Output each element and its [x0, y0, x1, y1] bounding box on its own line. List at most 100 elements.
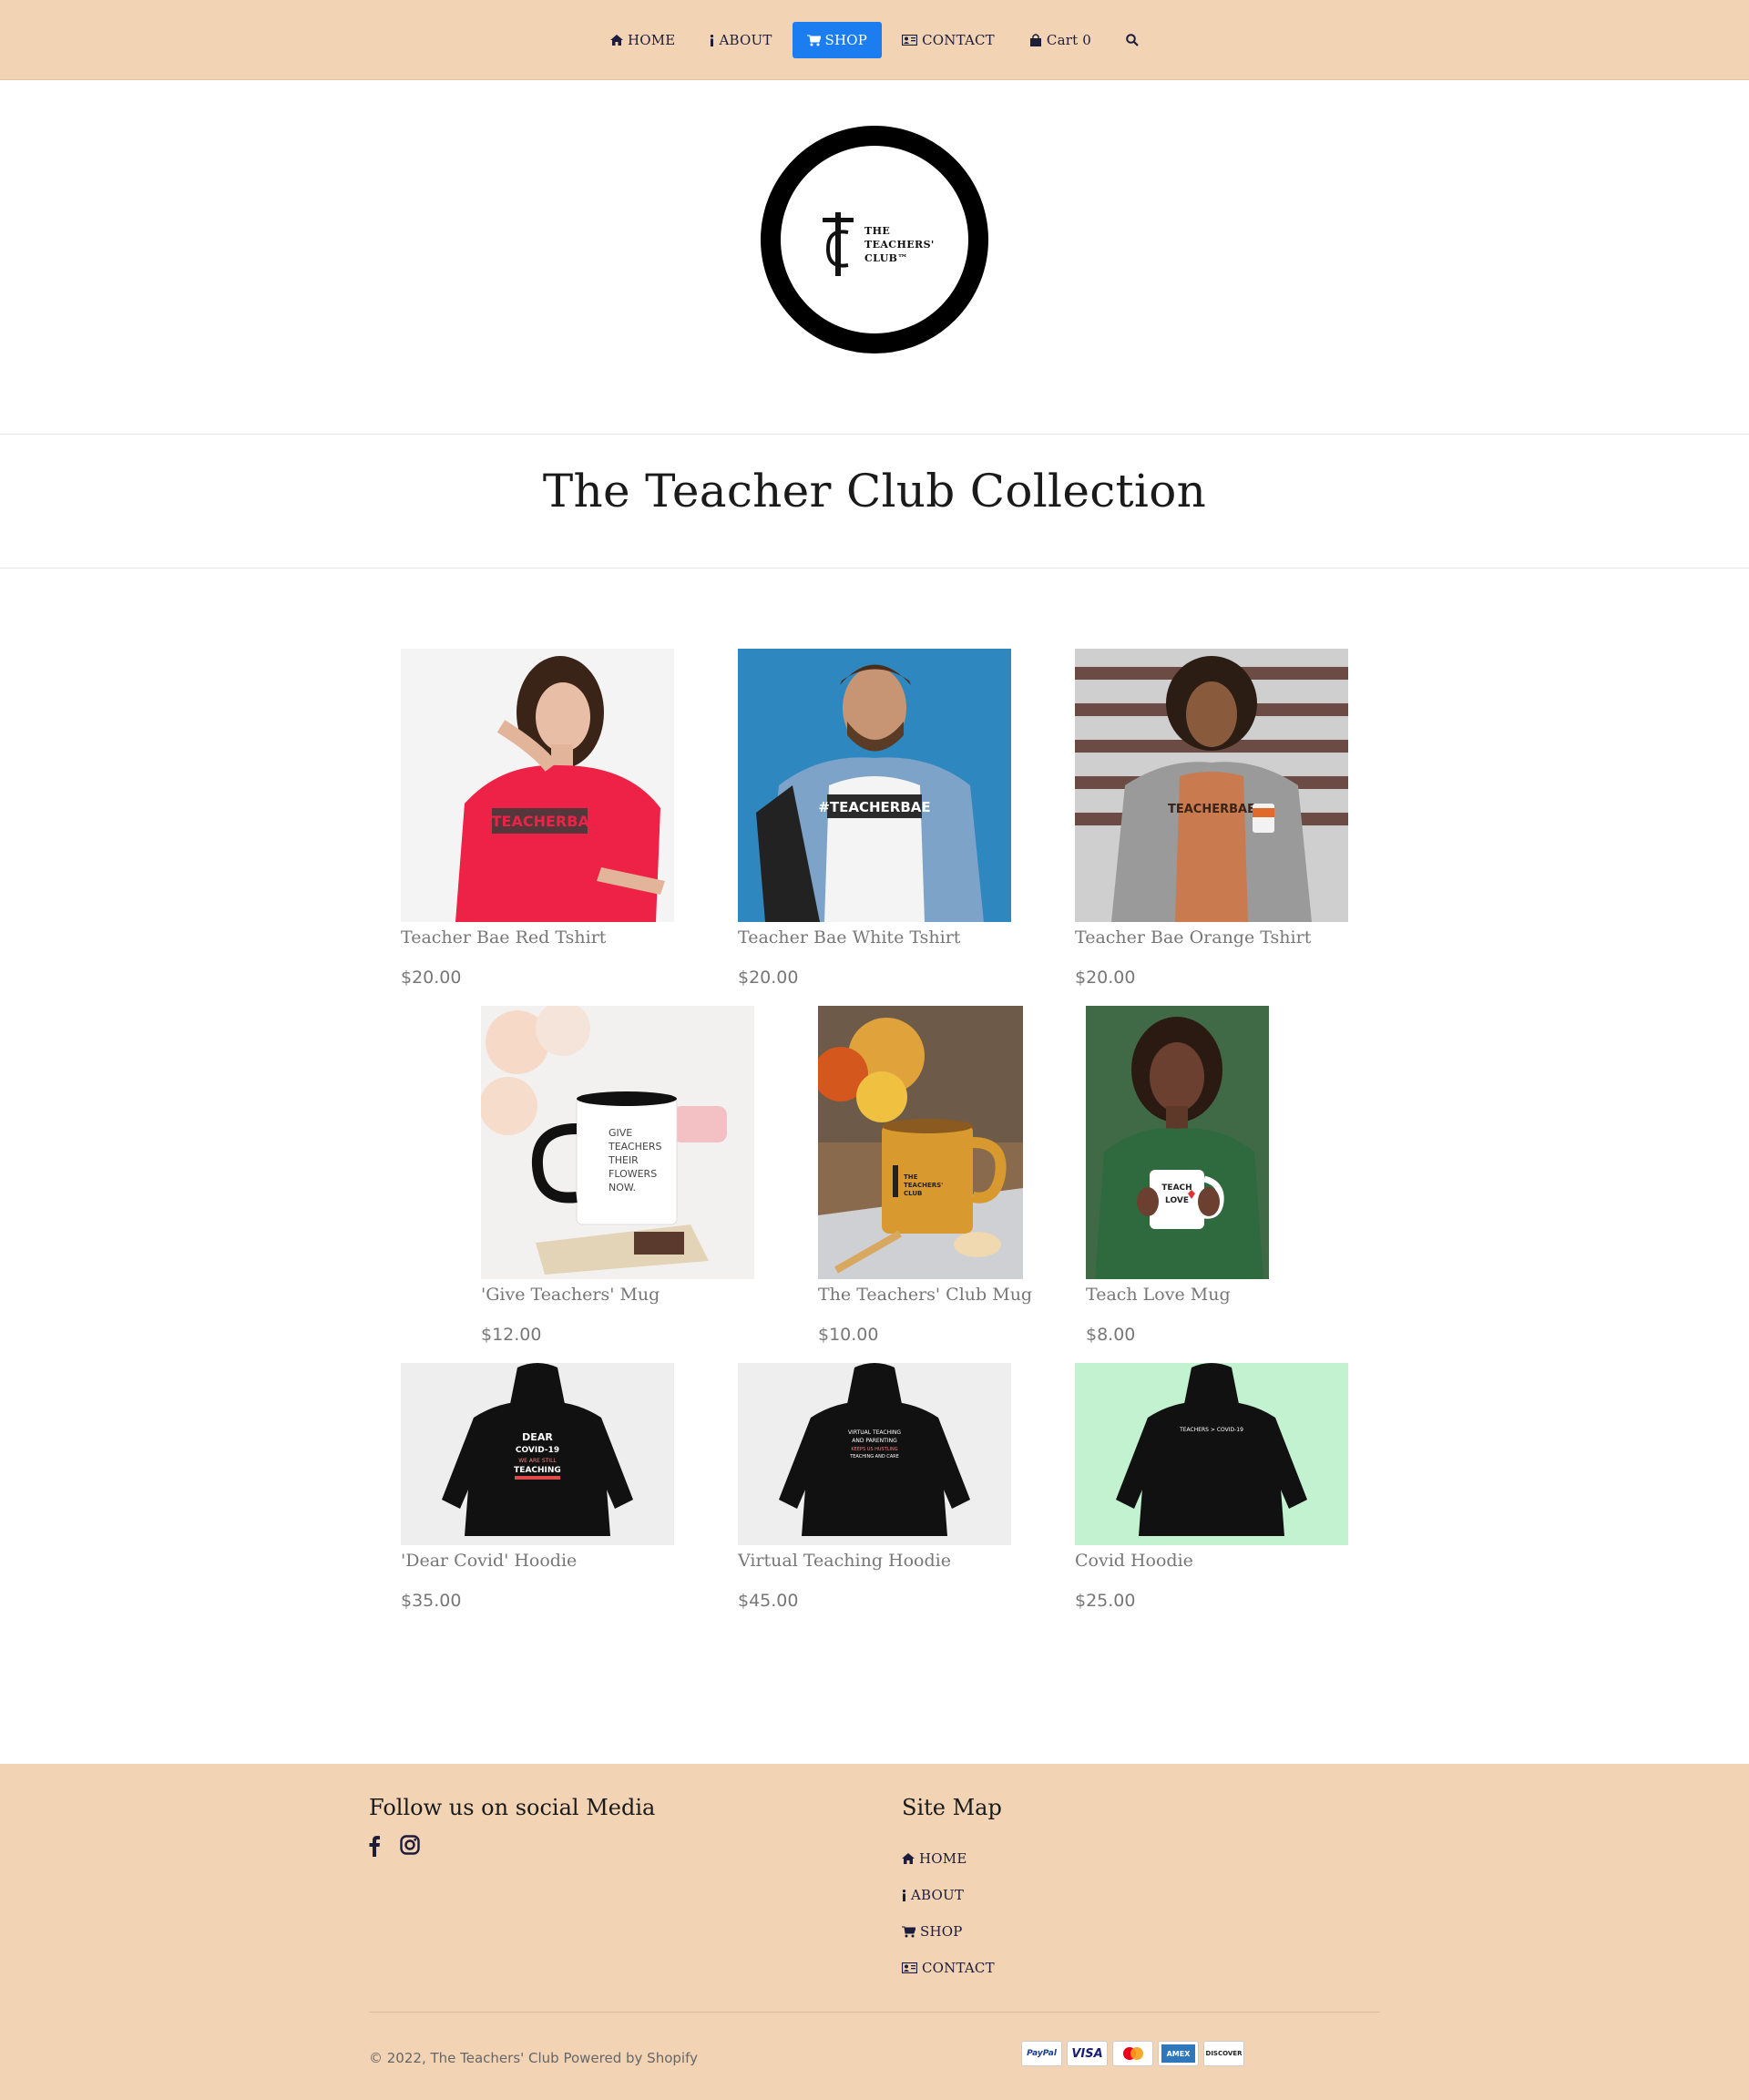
svg-text:DEAR: DEAR [522, 1431, 553, 1443]
svg-text:WE ARE STILL: WE ARE STILL [518, 1458, 557, 1464]
nav-shop-link[interactable]: SHOP [792, 22, 883, 58]
product-title[interactable]: The Teachers' Club Mug [818, 1285, 1032, 1305]
shopping-cart-icon [902, 1926, 915, 1938]
product-price: $25.00 [1075, 1591, 1136, 1611]
sitemap-about-link[interactable]: ABOUT [902, 1877, 995, 1913]
product-image[interactable]: THE TEACHERS' CLUB [818, 1006, 1023, 1279]
svg-text:TEACHERS': TEACHERS' [904, 1182, 943, 1189]
amex-icon: AMEX [1158, 2041, 1199, 2066]
product-card[interactable]: TEACHERS > COVID-19 Covid Hoodie $25.00 [1075, 1363, 1348, 1611]
home-icon [902, 1853, 915, 1864]
main-nav: HOME ABOUT SHOP CONTACT Cart 0 [0, 22, 1749, 58]
product-image[interactable]: DEAR COVID-19 WE ARE STILL TEACHING [401, 1363, 674, 1545]
product-card[interactable]: #TEACHERBAE Teacher Bae Red Tshirt $20.0… [401, 649, 674, 988]
svg-text:TEACHING: TEACHING [514, 1466, 561, 1475]
info-icon [710, 34, 714, 46]
product-price: $20.00 [738, 968, 799, 988]
nav-about-link[interactable]: ABOUT [695, 22, 786, 58]
sitemap-contact-label: CONTACT [922, 1960, 995, 1976]
logo-ring: THE TEACHERS' CLUB™ [761, 126, 988, 353]
shirt-print-text: TEACHERBAE [1168, 803, 1255, 816]
nav-shop-label: SHOP [824, 32, 868, 48]
product-title[interactable]: Teacher Bae Red Tshirt [401, 927, 674, 948]
shopping-cart-icon [806, 35, 821, 46]
product-card[interactable]: #TEACHERBAE Teacher Bae White Tshirt $20… [738, 649, 1011, 988]
nav-about-label: ABOUT [719, 32, 772, 48]
divider-bottom [0, 568, 1749, 569]
sitemap-shop-link[interactable]: SHOP [902, 1913, 995, 1950]
product-card[interactable]: TEACHERBAE Teacher Bae Orange Tshirt $20… [1075, 649, 1348, 988]
nav-home-label: HOME [627, 32, 676, 48]
copyright-text: © 2022, The Teachers' Club Powered by Sh… [369, 2050, 698, 2066]
search-icon [1126, 34, 1139, 46]
instagram-icon[interactable] [400, 1835, 420, 1860]
shopping-bag-icon [1029, 34, 1042, 46]
facebook-icon[interactable] [369, 1835, 380, 1860]
visa-icon: VISA [1067, 2041, 1108, 2066]
svg-text:FLOWERS: FLOWERS [609, 1168, 657, 1180]
site-header: HOME ABOUT SHOP CONTACT Cart 0 [0, 0, 1749, 80]
shirt-print-text: #TEACHERBAE [479, 813, 599, 830]
product-card[interactable]: DEAR COVID-19 WE ARE STILL TEACHING 'Dea… [401, 1363, 674, 1611]
tc-monogram-icon [823, 212, 854, 276]
nav-search-button[interactable] [1111, 22, 1153, 58]
nav-home-link[interactable]: HOME [596, 22, 690, 58]
sitemap-home-link[interactable]: HOME [902, 1840, 995, 1877]
product-card[interactable]: VIRTUAL TEACHING AND PARENTING KEEPS US … [738, 1363, 1011, 1611]
logo-line-3: CLUB™ [864, 251, 908, 264]
nav-cart-link[interactable]: Cart 0 [1015, 22, 1106, 58]
product-card[interactable]: GIVE TEACHERS THEIR FLOWERS NOW. 'Give T… [481, 1006, 754, 1345]
svg-text:VIRTUAL TEACHING: VIRTUAL TEACHING [848, 1429, 901, 1436]
svg-text:TEACHERS: TEACHERS [608, 1141, 662, 1152]
product-title[interactable]: Teach Love Mug [1086, 1285, 1269, 1305]
product-price: $35.00 [401, 1591, 462, 1611]
footer-divider [369, 2012, 1380, 2013]
sitemap-home-label: HOME [919, 1850, 967, 1867]
contact-card-icon [902, 1962, 917, 1973]
site-logo[interactable]: THE TEACHERS' CLUB™ [761, 126, 988, 353]
product-title[interactable]: Teacher Bae White Tshirt [738, 927, 1011, 948]
svg-text:COVID-19: COVID-19 [516, 1446, 559, 1455]
svg-text:THEIR: THEIR [608, 1154, 639, 1166]
shirt-print-text: #TEACHERBAE [818, 799, 930, 815]
product-image[interactable]: VIRTUAL TEACHING AND PARENTING KEEPS US … [738, 1363, 1011, 1545]
nav-contact-link[interactable]: CONTACT [887, 22, 1009, 58]
nav-contact-label: CONTACT [922, 32, 995, 48]
collection-title: The Teacher Club Collection [542, 465, 1207, 517]
product-title[interactable]: 'Dear Covid' Hoodie [401, 1551, 674, 1571]
product-card[interactable]: TEACH LOVE Teach Love Mug $8.00 [1086, 1006, 1269, 1345]
sitemap-links: HOME ABOUT SHOP CONTACT [902, 1840, 995, 1986]
svg-text:CLUB: CLUB [904, 1190, 922, 1197]
logo-content: THE TEACHERS' CLUB™ [821, 212, 939, 276]
mastercard-icon [1112, 2041, 1153, 2066]
sitemap-contact-link[interactable]: CONTACT [902, 1950, 995, 1986]
site-footer: Follow us on social Media Site Map HOME … [0, 1764, 1749, 2100]
product-title[interactable]: Teacher Bae Orange Tshirt [1075, 927, 1348, 948]
contact-card-icon [902, 35, 918, 46]
product-title[interactable]: Virtual Teaching Hoodie [738, 1551, 1011, 1571]
svg-text:KEEPS US HUSTLING: KEEPS US HUSTLING [851, 1447, 897, 1452]
paypal-icon: PayPal [1021, 2041, 1062, 2066]
product-card[interactable]: THE TEACHERS' CLUB The Teachers' Club Mu… [818, 1006, 1032, 1345]
svg-text:TEACH: TEACH [1161, 1183, 1192, 1193]
logo-wordmark: THE TEACHERS' CLUB™ [864, 224, 935, 265]
product-image[interactable]: TEACHERS > COVID-19 [1075, 1363, 1348, 1545]
payment-methods: PayPal VISA AMEX DISCOVER [1021, 2041, 1244, 2066]
divider-top [0, 434, 1749, 435]
product-price: $45.00 [738, 1591, 799, 1611]
logo-line-1: THE [864, 224, 891, 237]
product-title[interactable]: Covid Hoodie [1075, 1551, 1348, 1571]
svg-text:TEACHING AND CARE: TEACHING AND CARE [849, 1454, 899, 1460]
product-image[interactable]: TEACH LOVE [1086, 1006, 1269, 1279]
product-image[interactable]: GIVE TEACHERS THEIR FLOWERS NOW. [481, 1006, 754, 1279]
product-image[interactable]: #TEACHERBAE [738, 649, 1011, 922]
nav-cart-label: Cart 0 [1046, 32, 1092, 48]
svg-text:LOVE: LOVE [1165, 1196, 1189, 1205]
product-image[interactable]: #TEACHERBAE [401, 649, 674, 922]
product-title[interactable]: 'Give Teachers' Mug [481, 1285, 754, 1305]
logo-line-2: TEACHERS' [864, 238, 935, 251]
sitemap-shop-label: SHOP [920, 1923, 963, 1940]
product-price: $20.00 [1075, 968, 1136, 988]
product-price: $20.00 [401, 968, 462, 988]
product-image[interactable]: TEACHERBAE [1075, 649, 1348, 922]
